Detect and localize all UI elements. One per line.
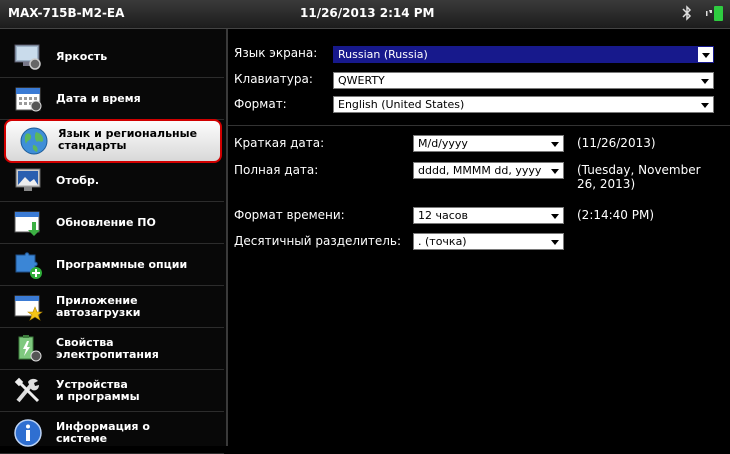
chevron-down-icon	[551, 214, 559, 219]
sidebar-item-label: Яркость	[56, 50, 108, 63]
bluetooth-icon[interactable]	[680, 5, 694, 21]
decimal-separator-dropdown[interactable]: . (точка)	[413, 233, 564, 250]
display-language-dropdown[interactable]: Russian (Russia)	[333, 46, 714, 63]
short-date-dropdown[interactable]: M/d/yyyy	[413, 135, 564, 152]
sidebar-item-brightness[interactable]: Яркость	[0, 37, 224, 78]
chevron-down-icon	[701, 103, 709, 108]
settings-sidebar: Яркость Дата и время Язык и региональные…	[0, 29, 226, 454]
sidebar-item-software-options[interactable]: Программные опции	[0, 245, 224, 286]
sidebar-item-label: Приложение автозагрузки	[56, 294, 141, 319]
software-update-icon	[14, 211, 40, 236]
display-language-label: Язык экрана:	[234, 46, 318, 60]
brightness-icon	[14, 44, 41, 70]
time-format-value: 12 часов	[418, 209, 468, 222]
sidebar-item-label: Устройства и программы	[56, 378, 140, 403]
format-label: Формат:	[234, 97, 287, 111]
short-date-label: Краткая дата:	[234, 136, 325, 150]
language-region-panel: Язык экрана: Russian (Russia) Клавиатура…	[228, 29, 730, 446]
keyboard-dropdown[interactable]: QWERTY	[333, 72, 714, 89]
power-icon	[18, 335, 42, 362]
long-date-example: (Tuesday, November 26, 2013)	[577, 163, 701, 191]
sidebar-item-software-update[interactable]: Обновление ПО	[0, 203, 224, 244]
tools-icon	[14, 377, 40, 403]
display-language-value: Russian (Russia)	[338, 48, 428, 61]
long-date-value: dddd, MMMM dd, yyyy	[418, 164, 542, 177]
calendar-icon	[15, 87, 42, 112]
sidebar-item-display[interactable]: Отобр.	[0, 161, 224, 202]
sidebar-item-label: Свойства электропитания	[56, 336, 159, 361]
sidebar-item-label: Программные опции	[56, 258, 188, 271]
chevron-down-icon	[551, 169, 559, 174]
long-date-dropdown[interactable]: dddd, MMMM dd, yyyy	[413, 162, 564, 179]
sidebar-item-label: Отобр.	[56, 174, 100, 187]
startup-app-icon	[14, 295, 43, 321]
clock: 11/26/2013 2:14 PM	[300, 6, 435, 20]
keyboard-label: Клавиатура:	[234, 72, 313, 86]
info-icon	[14, 419, 42, 447]
short-date-example: (11/26/2013)	[577, 136, 656, 150]
decimal-separator-label: Десятичный разделитель:	[234, 234, 402, 248]
sidebar-item-power-properties[interactable]: Свойства электропитания	[0, 329, 224, 370]
globe-icon	[20, 127, 48, 155]
time-format-label: Формат времени:	[234, 208, 345, 222]
section-divider	[228, 125, 730, 126]
puzzle-icon	[15, 252, 42, 279]
sidebar-item-date-time[interactable]: Дата и время	[0, 79, 224, 120]
sidebar-item-label: Информация о системе	[56, 420, 150, 445]
sidebar-item-language-region[interactable]: Язык и региональные стандарты	[4, 119, 222, 163]
sidebar-item-startup-app[interactable]: Приложение автозагрузки	[0, 287, 224, 328]
sidebar-item-system-info[interactable]: Информация о системе	[0, 413, 224, 454]
long-date-label: Полная дата:	[234, 163, 319, 177]
keyboard-value: QWERTY	[338, 74, 385, 87]
chevron-down-icon	[701, 79, 709, 84]
sidebar-item-label: Обновление ПО	[56, 216, 156, 229]
device-name: MAX-715B-M2-EA	[8, 6, 125, 20]
format-dropdown[interactable]: English (United States)	[333, 96, 714, 113]
sidebar-item-devices-programs[interactable]: Устройства и программы	[0, 371, 224, 412]
sidebar-item-label: Дата и время	[56, 92, 141, 105]
chevron-down-icon	[551, 240, 559, 245]
dropdown-arrow-box	[698, 47, 713, 62]
time-format-dropdown[interactable]: 12 часов	[413, 207, 564, 224]
battery-icon[interactable]	[706, 6, 724, 21]
chevron-down-icon	[702, 53, 710, 58]
decimal-separator-value: . (точка)	[418, 235, 467, 248]
display-icon	[15, 168, 41, 191]
title-bar: MAX-715B-M2-EA 11/26/2013 2:14 PM	[0, 0, 730, 29]
format-value: English (United States)	[338, 98, 465, 111]
sidebar-item-label: Язык и региональные стандарты	[58, 127, 198, 152]
time-format-example: (2:14:40 PM)	[577, 208, 655, 222]
chevron-down-icon	[551, 142, 559, 147]
short-date-value: M/d/yyyy	[418, 137, 468, 150]
